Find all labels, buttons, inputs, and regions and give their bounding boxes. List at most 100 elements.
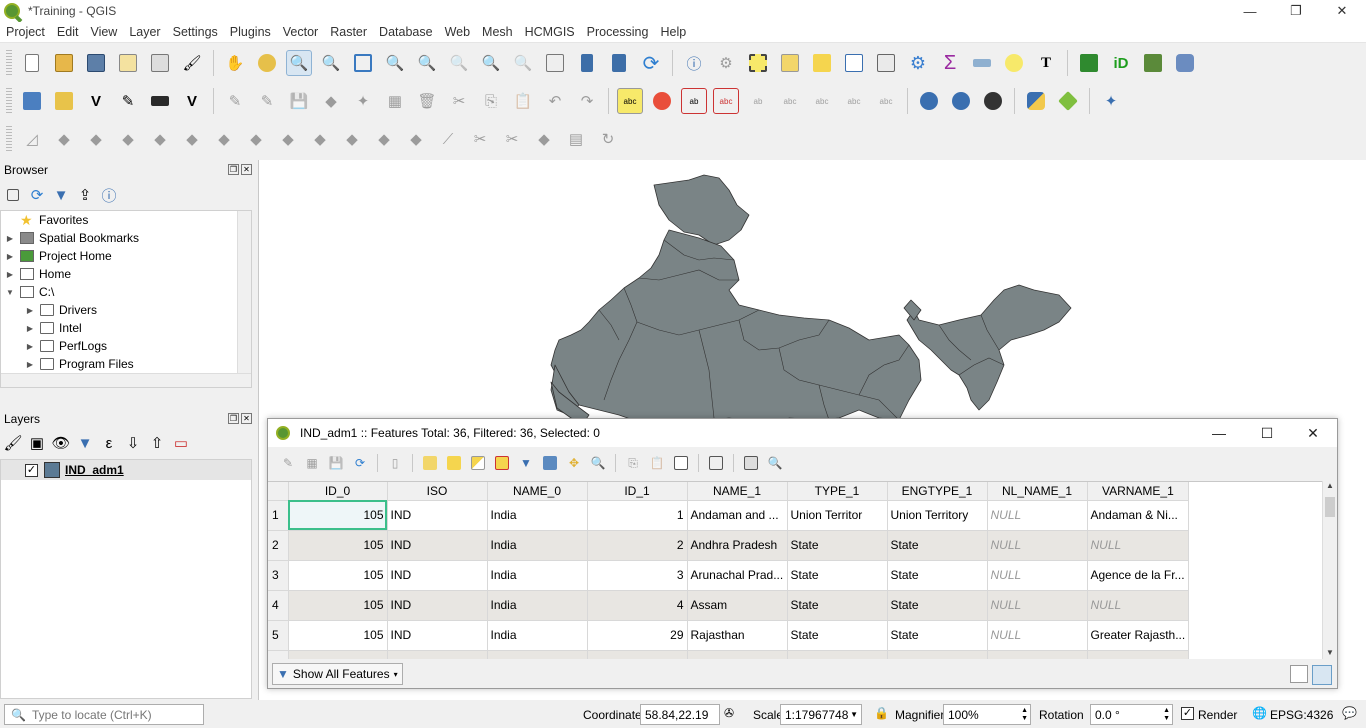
table-cell[interactable]: NULL xyxy=(987,560,1088,591)
expand-all-icon[interactable]: ⇩ xyxy=(124,434,142,452)
table-cell[interactable]: 3 xyxy=(587,560,688,591)
table-cell[interactable] xyxy=(687,650,788,659)
multi-edit-icon[interactable]: ▦ xyxy=(302,453,322,473)
menu-database[interactable]: Database xyxy=(373,25,439,39)
coordinate-field[interactable]: 58.84,22.19 xyxy=(640,704,720,725)
menu-hcmgis[interactable]: HCMGIS xyxy=(519,25,581,39)
row-header[interactable]: 3 xyxy=(268,560,289,591)
add-part-icon[interactable]: ◆ xyxy=(211,126,237,152)
processing-toolbox-icon[interactable]: ⚙ xyxy=(905,50,931,76)
menu-project[interactable]: Project xyxy=(0,25,51,39)
spin-arrows-icon[interactable]: ▲ ▼ xyxy=(1163,707,1170,723)
layer-styling-panel-icon[interactable]: 🖌 xyxy=(3,434,22,452)
filter-select-icon[interactable]: ▼ xyxy=(516,453,536,473)
new-scratch-layer-icon[interactable]: ✎ xyxy=(115,88,141,114)
toggle-editing-icon[interactable]: ✎ xyxy=(254,88,280,114)
vertex-tool-icon[interactable]: ✦ xyxy=(350,88,376,114)
table-cell[interactable]: IND xyxy=(387,500,488,531)
python-console-icon[interactable] xyxy=(1023,88,1049,114)
table-cell[interactable]: IND xyxy=(387,560,488,591)
label-red-icon[interactable]: abc xyxy=(713,88,739,114)
layer-labeling-icon[interactable] xyxy=(649,88,675,114)
table-cell[interactable]: Greater Rajasth... xyxy=(1087,620,1190,651)
table-cell[interactable]: 105 xyxy=(288,620,388,651)
deselect-all-icon[interactable] xyxy=(492,453,512,473)
close-dialog-button[interactable]: ✕ xyxy=(1290,419,1336,447)
table-cell[interactable] xyxy=(487,650,588,659)
refresh-browser-icon[interactable]: ⟳ xyxy=(28,186,46,204)
move-label-icon[interactable]: abc xyxy=(809,88,835,114)
table-cell[interactable] xyxy=(887,650,988,659)
float-panel-button[interactable]: ❐ xyxy=(228,164,239,175)
zoom-to-selection-icon[interactable]: 🔍 xyxy=(382,50,408,76)
add-group-icon[interactable]: ▣ xyxy=(28,434,46,452)
table-cell[interactable]: Andaman & Ni... xyxy=(1087,500,1190,531)
table-cell[interactable]: 105 xyxy=(288,500,388,531)
run-action-icon[interactable]: ⚙ xyxy=(713,50,739,76)
spin-arrows-icon[interactable]: ▲ ▼ xyxy=(1021,707,1028,723)
copy-features-icon[interactable]: ⎘ xyxy=(478,88,504,114)
copy-move-icon[interactable]: ◆ xyxy=(83,126,109,152)
form-view-icon[interactable] xyxy=(1290,665,1308,683)
browser-item[interactable]: ▶ Drivers xyxy=(1,301,251,319)
table-cell[interactable]: Arunachal Prad... xyxy=(687,560,788,591)
redo-icon[interactable]: ↷ xyxy=(574,88,600,114)
rotate-symbols-icon[interactable]: ↻ xyxy=(595,126,621,152)
delete-ring-icon[interactable]: ◆ xyxy=(275,126,301,152)
filter-legend-icon[interactable]: ▼ xyxy=(76,434,94,452)
attribute-table-vscrollbar[interactable]: ▲ ▼ xyxy=(1322,481,1337,659)
dock-table-icon[interactable]: 🔍 xyxy=(765,453,785,473)
toolbar-grip[interactable] xyxy=(6,126,12,152)
layer-visibility-checkbox[interactable]: ✓ xyxy=(25,463,38,477)
table-cell[interactable]: Agence de la Fr... xyxy=(1087,560,1190,591)
locator-search-input[interactable]: 🔍 Type to locate (Ctrl+K) xyxy=(4,704,204,725)
table-row[interactable]: 4 105 IND India 4 Assam State State NULL NULL xyxy=(268,590,1190,621)
row-header[interactable] xyxy=(268,650,289,659)
show-all-features-button[interactable]: ▼ Show All Features ▾ xyxy=(272,663,403,685)
measure-line-icon[interactable] xyxy=(969,50,995,76)
properties-icon[interactable]: ⓘ xyxy=(100,186,118,205)
browser-item[interactable]: ▶ Program Files xyxy=(1,355,251,373)
open-attribute-table-icon[interactable] xyxy=(841,50,867,76)
browser-item[interactable]: ▶ Home xyxy=(1,265,251,283)
new-field-icon[interactable] xyxy=(671,453,691,473)
table-cell[interactable] xyxy=(387,650,488,659)
table-cell[interactable]: NULL xyxy=(987,530,1088,561)
add-selected-layers-icon[interactable] xyxy=(4,186,22,204)
table-cell[interactable]: Rajasthan xyxy=(687,620,788,651)
table-cell[interactable]: Union Territory xyxy=(887,500,988,531)
menu-edit[interactable]: Edit xyxy=(51,25,85,39)
menu-web[interactable]: Web xyxy=(439,25,476,39)
copy-rows-icon[interactable]: ⎘ xyxy=(623,453,643,473)
table-cell[interactable]: 4 xyxy=(587,590,688,621)
fill-ring-icon[interactable]: ◆ xyxy=(243,126,269,152)
messages-icon[interactable]: 💬 xyxy=(1342,706,1357,720)
table-cell[interactable]: State xyxy=(887,530,988,561)
map-tips-icon[interactable] xyxy=(1001,50,1027,76)
table-cell[interactable]: India xyxy=(487,620,588,651)
zoom-to-selected-icon[interactable]: 🔍 xyxy=(588,453,608,473)
table-cell[interactable]: 105 xyxy=(288,560,388,591)
menu-raster[interactable]: Raster xyxy=(324,25,373,39)
reload-table-icon[interactable]: ⟳ xyxy=(350,453,370,473)
layer-styling-icon[interactable] xyxy=(1055,88,1081,114)
table-cell[interactable] xyxy=(987,650,1088,659)
browser-item[interactable]: ▶ Intel xyxy=(1,319,251,337)
paste-features-icon[interactable]: 📋 xyxy=(647,453,667,473)
table-cell[interactable]: NULL xyxy=(987,620,1088,651)
select-all-icon[interactable] xyxy=(444,453,464,473)
reshape-icon[interactable]: ◆ xyxy=(339,126,365,152)
pin-labels-icon[interactable]: ab xyxy=(745,88,771,114)
table-cell[interactable]: NULL xyxy=(1087,530,1190,561)
menu-processing[interactable]: Processing xyxy=(581,25,655,39)
statistical-summary-icon[interactable]: Σ xyxy=(937,50,963,76)
table-cell[interactable]: State xyxy=(887,560,988,591)
table-cell[interactable]: 105 xyxy=(288,590,388,621)
table-cell[interactable] xyxy=(1087,650,1190,659)
pan-to-selection-icon[interactable] xyxy=(254,50,280,76)
select-features-icon[interactable] xyxy=(745,50,771,76)
gps-tools-icon[interactable]: ✦ xyxy=(1098,88,1124,114)
undo-icon[interactable]: ↶ xyxy=(542,88,568,114)
browser-vscrollbar[interactable] xyxy=(237,211,251,387)
chevron-right-icon[interactable]: ▶ xyxy=(5,270,15,279)
